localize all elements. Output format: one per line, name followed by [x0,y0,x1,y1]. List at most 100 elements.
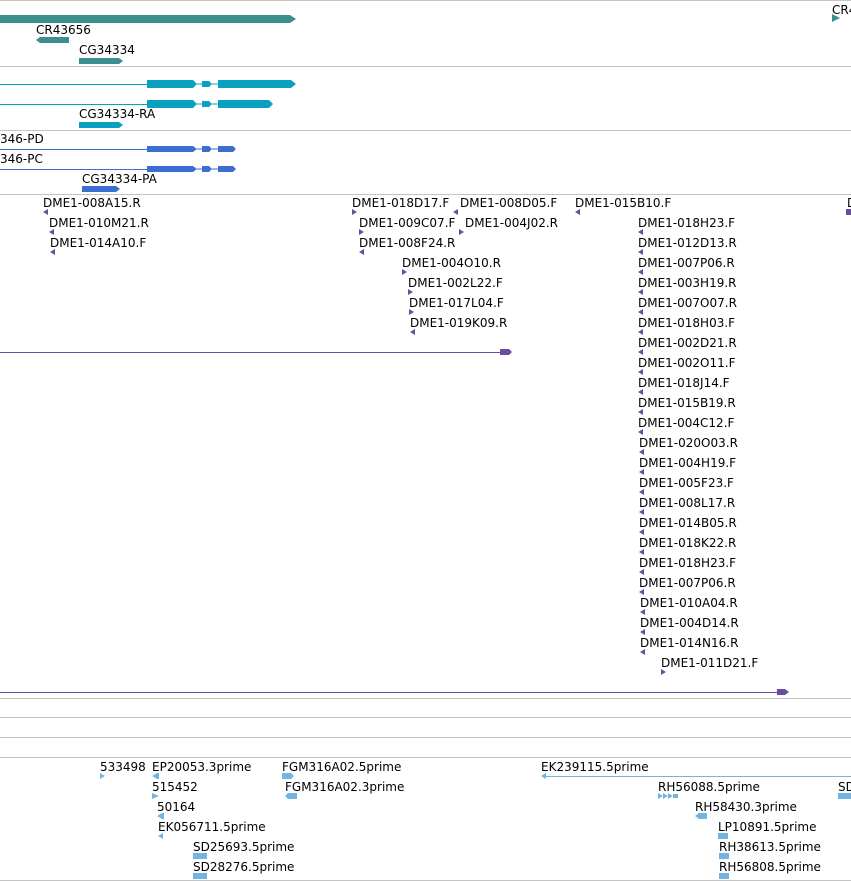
track-separator [0,737,851,738]
genome-browser-view: CR4 CR43656 CG34334 CG34334-RA [0,0,851,882]
clone-label: DME1-018H23.F [639,556,737,570]
intron-line [0,84,147,85]
clone-marker[interactable] [638,229,644,235]
gene-label-cr43656: CR43656 [36,23,91,37]
clone-marker[interactable] [640,649,646,655]
clone-marker[interactable] [43,209,49,215]
est-marker[interactable] [658,793,680,799]
clone-marker[interactable] [638,409,644,415]
clone-marker[interactable] [409,309,415,315]
est-label: EK239115.5prime [541,760,649,774]
est-label: RH58430.3prime [695,800,797,814]
clone-marker[interactable] [639,509,645,515]
clone-span-end[interactable] [500,349,514,357]
clone-marker[interactable] [410,329,416,335]
est-span-line [545,776,851,777]
est-marker[interactable] [285,793,299,799]
clone-marker[interactable] [638,269,644,275]
clone-marker[interactable] [638,309,644,315]
clone-marker[interactable] [638,389,644,395]
transcript-pa[interactable] [82,186,122,194]
est-marker[interactable] [719,853,731,859]
gene-feature-cr43656[interactable] [36,37,72,45]
track-separator [0,0,851,1]
est-label: FGM316A02.5prime [282,760,402,774]
clone-marker[interactable] [661,669,667,675]
clone-marker[interactable] [639,529,645,535]
clone-marker[interactable] [639,589,645,595]
est-label-cut: SD [838,780,851,794]
clone-marker[interactable] [402,269,408,275]
est-marker[interactable] [719,873,731,879]
est-marker[interactable] [158,833,166,839]
est-marker[interactable] [695,813,709,819]
clone-label: DME1-015B19.R [638,396,736,410]
track-separator [0,130,851,131]
est-marker[interactable] [838,793,851,799]
track-separator [0,698,851,699]
clone-span-end[interactable] [777,689,791,697]
est-marker[interactable] [152,773,160,779]
clone-label: DME1-010A04.R [640,596,738,610]
est-marker[interactable] [152,793,160,799]
est-marker[interactable] [718,833,730,839]
clone-label: DME1-002O11.F [638,356,736,370]
clone-label: DME1-010M21.R [49,216,149,230]
clone-label: DME1-018D17.F [352,196,450,210]
clone-marker[interactable] [352,209,358,215]
clone-marker[interactable] [359,229,365,235]
clone-marker[interactable] [846,209,851,215]
clone-label: DME1-004J02.R [465,216,559,230]
clone-marker[interactable] [639,449,645,455]
clone-label: DME1-014A10.F [50,236,147,250]
transcript-label-pc: 346-PC [0,152,43,166]
clone-marker[interactable] [50,249,56,255]
est-label: RH56808.5prime [719,860,821,874]
clone-marker[interactable] [639,549,645,555]
clone-marker[interactable] [49,229,55,235]
clone-marker[interactable] [638,429,644,435]
clone-marker[interactable] [640,609,646,615]
clone-marker[interactable] [453,209,459,215]
clone-span-line [0,692,780,693]
transcript-ra[interactable] [79,122,125,130]
clone-label: DME1-004C12.F [638,416,735,430]
transcript-exons-2[interactable] [147,99,277,111]
clone-marker[interactable] [638,369,644,375]
clone-label: DME1-005F23.F [639,476,734,490]
est-marker[interactable] [157,813,165,819]
track-separator [0,880,851,881]
clone-marker[interactable] [638,249,644,255]
intron-line [0,149,147,150]
est-marker[interactable] [193,873,209,879]
clone-marker[interactable] [640,629,646,635]
clone-marker[interactable] [638,329,644,335]
est-label: EP20053.3prime [152,760,252,774]
transcript-exons-1[interactable] [147,79,299,91]
clone-label: DME1-020O03.R [639,436,738,450]
intron-line [0,169,147,170]
clone-label: DME1-018K22.R [639,536,737,550]
clone-marker[interactable] [638,289,644,295]
est-marker[interactable] [100,773,106,779]
clone-marker[interactable] [408,289,414,295]
clone-marker[interactable] [639,469,645,475]
clone-marker[interactable] [359,249,365,255]
clone-label: DME1-009C07.F [359,216,456,230]
est-marker[interactable] [282,773,296,779]
est-label: 50164 [157,800,196,814]
clone-label: DME1-002D21.R [638,336,737,350]
track-separator [0,66,851,67]
clone-marker[interactable] [639,489,645,495]
est-marker[interactable] [193,853,209,859]
transcript-pc-exons[interactable] [147,165,239,175]
clone-marker[interactable] [575,209,581,215]
clone-label: DME1-014B05.R [639,516,737,530]
clone-marker[interactable] [639,569,645,575]
est-label: RH38613.5prime [719,840,821,854]
clone-marker[interactable] [638,349,644,355]
transcript-pd-exons[interactable] [147,145,239,155]
clone-marker[interactable] [459,229,465,235]
est-label: SD25693.5prime [193,840,295,854]
gene-feature-cg34334[interactable] [79,58,125,66]
